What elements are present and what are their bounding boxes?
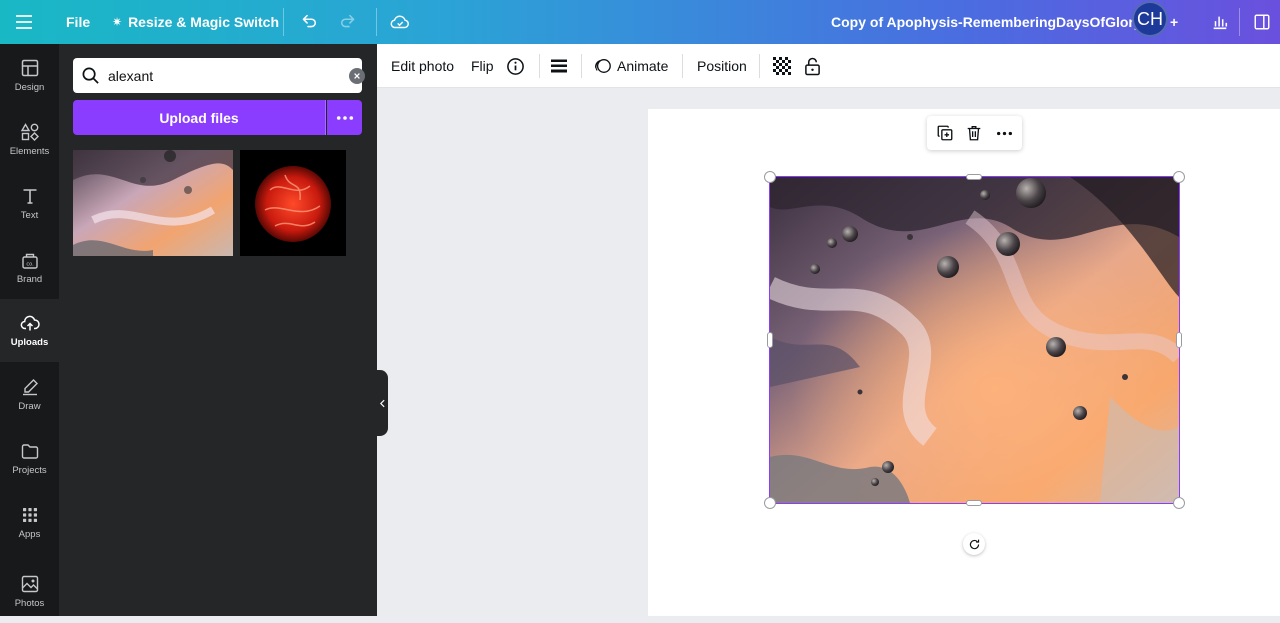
image-icon: [21, 575, 38, 593]
edit-photo-button[interactable]: Edit photo: [391, 44, 454, 88]
more-horizontal-icon: [336, 115, 353, 120]
resize-handle-top-right[interactable]: [1173, 171, 1185, 183]
resize-handle-right[interactable]: [1176, 332, 1182, 348]
resize-button[interactable]: ✷ Resize & Magic Switch: [112, 0, 279, 44]
pen-icon: [22, 379, 38, 396]
collapse-panel-button[interactable]: [377, 370, 388, 436]
info-button[interactable]: [506, 44, 525, 88]
hamburger-icon: [16, 15, 32, 29]
resize-handle-bottom-left[interactable]: [764, 497, 776, 509]
delete-button[interactable]: [964, 123, 984, 143]
bar-chart-icon: [1213, 16, 1228, 30]
cloud-check-icon: [390, 15, 409, 29]
marble-art-thumbnail: [73, 150, 233, 256]
plus-icon: +: [1170, 14, 1179, 30]
transparency-icon: [773, 57, 791, 75]
resize-handle-top-left[interactable]: [764, 171, 776, 183]
rail-item-design[interactable]: Design: [0, 44, 59, 107]
grid-icon: [22, 508, 37, 522]
context-toolbar: Edit photo Flip Animate Position: [377, 44, 1280, 88]
duplicate-icon: [937, 125, 953, 141]
toolbar-divider: [581, 54, 582, 78]
brand-kit-icon: co.: [21, 253, 38, 269]
resize-button-label: Resize & Magic Switch: [128, 14, 279, 30]
rotate-handle[interactable]: [963, 533, 985, 555]
toolbar-divider: [759, 54, 760, 78]
add-collaborator-button[interactable]: +: [1170, 0, 1186, 44]
insights-button[interactable]: [1211, 0, 1231, 44]
clear-search-icon[interactable]: [349, 68, 365, 84]
redo-button[interactable]: [339, 0, 361, 44]
transparency-button[interactable]: [773, 44, 791, 88]
rail-item-elements[interactable]: Elements: [0, 108, 59, 171]
avatar[interactable]: CH: [1132, 1, 1168, 37]
animate-icon: [595, 59, 611, 73]
magic-sparkle-icon: ✷: [112, 15, 123, 29]
upload-thumbnail-red-sphere[interactable]: [240, 150, 346, 256]
animate-button[interactable]: Animate: [594, 44, 668, 88]
flip-button[interactable]: Flip: [471, 44, 494, 88]
rail-item-photos[interactable]: Photos: [0, 560, 59, 623]
toolbar-divider: [283, 8, 284, 36]
shapes-icon: [20, 123, 39, 141]
search-input[interactable]: [108, 65, 328, 87]
upload-files-button[interactable]: Upload files: [73, 100, 326, 135]
unlock-icon: [805, 57, 820, 75]
border-style-button[interactable]: [550, 44, 568, 88]
toolbar-divider: [1239, 8, 1240, 36]
lock-button[interactable]: [804, 44, 821, 88]
undo-button[interactable]: [298, 0, 320, 44]
search-icon: [82, 67, 99, 84]
svg-text:co.: co.: [26, 262, 34, 268]
cloud-upload-icon: [20, 315, 40, 331]
rotate-icon: [969, 539, 979, 549]
text-icon: [23, 189, 36, 204]
selected-image[interactable]: [769, 176, 1180, 504]
resize-handle-bottom-right[interactable]: [1173, 497, 1185, 509]
upload-options-button[interactable]: [327, 100, 362, 135]
file-menu-button[interactable]: File: [66, 0, 90, 44]
rail-item-apps[interactable]: Apps: [0, 491, 59, 554]
menu-button[interactable]: [14, 0, 38, 44]
close-icon: [354, 73, 360, 79]
rail-item-brand[interactable]: co. Brand: [0, 236, 59, 299]
rail-item-projects[interactable]: Projects: [0, 427, 59, 490]
element-floating-toolbar: [927, 116, 1022, 150]
resize-handle-bottom[interactable]: [966, 500, 982, 506]
resize-handle-left[interactable]: [767, 332, 773, 348]
red-sphere-thumbnail: [240, 150, 346, 256]
resize-handle-top[interactable]: [966, 174, 982, 180]
toolbar-divider: [682, 54, 683, 78]
document-title[interactable]: Copy of Apophysis-RememberingDaysOfGlory: [831, 0, 1142, 44]
chevron-left-icon: [380, 399, 385, 407]
upload-thumbnail-marble[interactable]: [73, 150, 233, 256]
redo-icon: [340, 14, 355, 28]
rail-item-text[interactable]: Text: [0, 172, 59, 235]
border-style-icon: [551, 59, 567, 73]
layout-icon: [21, 59, 38, 77]
top-bar: File ✷ Resize & Magic Switch Copy of Apo…: [0, 0, 1280, 44]
search-box: [73, 58, 365, 93]
side-panel-toggle[interactable]: [1253, 0, 1273, 44]
more-horizontal-icon: [996, 131, 1012, 135]
marble-fluid-art-image: [770, 177, 1179, 503]
rail-item-uploads[interactable]: Uploads: [0, 299, 59, 362]
duplicate-button[interactable]: [935, 123, 955, 143]
undo-icon: [302, 14, 317, 28]
save-status-button[interactable]: [389, 0, 413, 44]
uploads-panel: Upload files: [59, 44, 377, 616]
position-button[interactable]: Position: [697, 44, 747, 88]
info-icon: [507, 57, 524, 75]
trash-icon: [967, 126, 981, 141]
more-options-button[interactable]: [994, 123, 1014, 143]
toolbar-divider: [376, 8, 377, 36]
toolbar-divider: [539, 54, 540, 78]
folder-icon: [21, 444, 38, 459]
rail-item-draw[interactable]: Draw: [0, 363, 59, 426]
left-rail: Design Elements Text co. Brand Uploads D…: [0, 44, 59, 616]
panel-icon: [1254, 14, 1270, 30]
